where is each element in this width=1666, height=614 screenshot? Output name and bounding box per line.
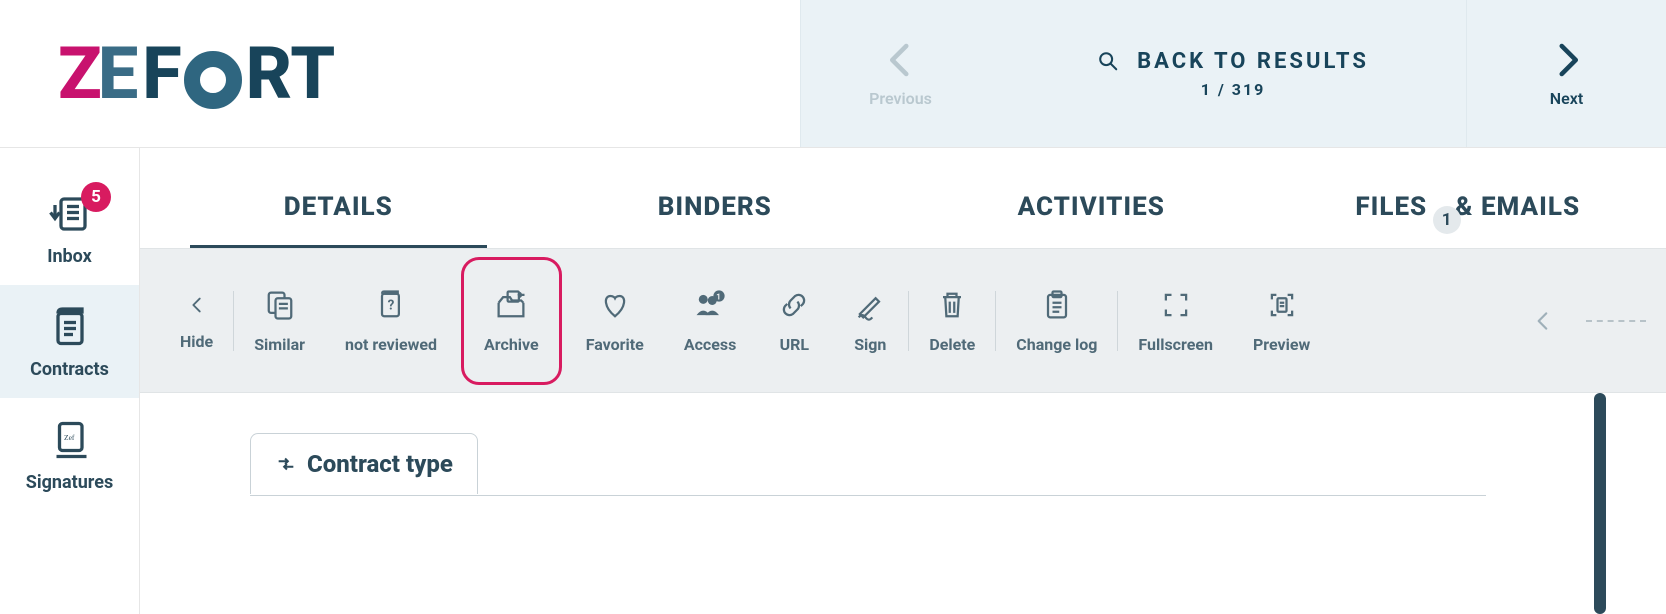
previous-label: Previous [869,89,932,108]
back-to-results-button[interactable]: BACK TO RESULTS 1 / 319 [1000,0,1466,147]
tab-label: ACTIVITIES [1018,192,1165,222]
sign-button[interactable]: Sign [832,249,908,392]
header: ZEFRT Previous BACK TO RESULTS 1 / 319 N… [0,0,1666,148]
archive-button[interactable]: Archive [461,257,562,385]
toolbar: Hide Similar ? not reviewed [140,248,1666,393]
chevron-left-icon [186,290,208,320]
tool-label: Hide [180,332,213,351]
heart-icon [597,287,633,323]
sidebar-item-label: Inbox [47,246,92,267]
content: DETAILS BINDERS ACTIVITIES FILES 1 & EMA… [140,148,1666,614]
preview-icon [1264,287,1300,323]
tool-label: not reviewed [345,335,437,354]
previous-button[interactable]: Previous [800,0,1000,147]
sidebar-item-signatures[interactable]: Zef Signatures [0,398,139,511]
tool-label: Favorite [586,335,644,354]
next-button[interactable]: Next [1466,0,1666,147]
tab-files-emails[interactable]: FILES 1 & EMAILS [1280,168,1657,248]
chevron-left-icon [1530,301,1556,341]
sidebar-item-contracts[interactable]: Contracts [0,285,139,398]
chevron-left-icon [880,39,922,81]
files-count-badge: 1 [1433,206,1461,234]
svg-text:1: 1 [716,292,721,301]
access-icon: 1 [692,287,728,323]
back-to-results-label: BACK TO RESULTS [1137,49,1369,74]
tool-label: Delete [929,335,975,354]
search-icon [1097,50,1119,72]
change-log-button[interactable]: Change log [996,249,1117,392]
fullscreen-icon [1158,287,1194,323]
sidebar: 5 Inbox Contracts Zef Signatures [0,148,140,614]
tab-details[interactable]: DETAILS [150,168,527,248]
tool-label: Similar [254,335,305,354]
main: 5 Inbox Contracts Zef Signatures DETAILS… [0,148,1666,614]
tab-label-emails: & EMAILS [1455,192,1580,222]
url-button[interactable]: URL [756,249,832,392]
sidebar-item-inbox[interactable]: 5 Inbox [0,172,139,285]
tab-label: FILES [1355,192,1427,222]
similar-icon [262,287,298,323]
tool-label: Fullscreen [1138,335,1213,354]
signatures-icon: Zef [46,416,94,464]
next-label: Next [1550,89,1583,108]
chevron-right-icon [1546,39,1588,81]
svg-text:Zef: Zef [64,433,75,442]
not-reviewed-button[interactable]: ? not reviewed [325,249,457,392]
tool-label: Change log [1016,335,1097,354]
not-reviewed-icon: ? [373,287,409,323]
body-area: Contract type [140,393,1666,614]
similar-button[interactable]: Similar [234,249,325,392]
svg-text:?: ? [388,298,395,314]
archive-icon [493,287,529,323]
tool-label: Sign [854,335,886,354]
dash-indicator [1586,320,1646,322]
section-title: Contract type [307,450,453,478]
collapse-right-button[interactable] [1520,249,1566,392]
clipboard-icon [1039,287,1075,323]
swap-icon [275,453,297,475]
inbox-badge: 5 [81,182,111,212]
fullscreen-button[interactable]: Fullscreen [1118,249,1233,392]
card-border [250,495,1486,496]
preview-button[interactable]: Preview [1233,249,1330,392]
access-button[interactable]: 1 Access [664,249,757,392]
tool-label: URL [780,335,809,354]
logo: ZEFRT [58,31,333,116]
tool-label: Access [684,335,737,354]
toolbar-right [1520,249,1646,392]
tool-label: Preview [1253,335,1310,354]
contracts-icon [46,303,94,351]
tabs: DETAILS BINDERS ACTIVITIES FILES 1 & EMA… [140,148,1666,248]
results-position: 1 / 319 [1201,80,1266,99]
vertical-scrollbar[interactable] [1594,393,1606,614]
trash-icon [934,287,970,323]
tab-label: DETAILS [284,192,393,222]
link-icon [776,287,812,323]
tab-activities[interactable]: ACTIVITIES [903,168,1280,248]
tab-binders[interactable]: BINDERS [527,168,904,248]
tool-label: Archive [484,335,539,354]
tab-label: BINDERS [658,192,772,222]
favorite-button[interactable]: Favorite [566,249,664,392]
sign-icon [852,287,888,323]
contract-type-section-tab[interactable]: Contract type [250,433,478,494]
logo-area: ZEFRT [0,0,800,147]
sidebar-item-label: Signatures [26,472,113,493]
delete-button[interactable]: Delete [909,249,995,392]
hide-button[interactable]: Hide [160,249,233,392]
sidebar-item-label: Contracts [30,359,109,380]
